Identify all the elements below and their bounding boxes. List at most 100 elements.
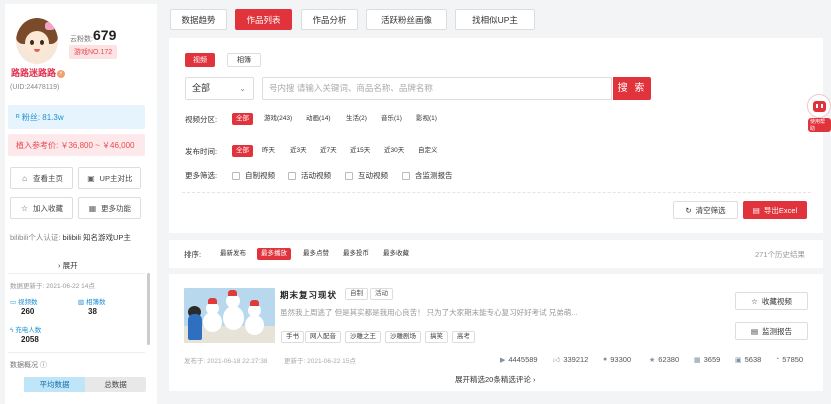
total-data-toggle[interactable]: 总数据 <box>85 377 146 392</box>
grid-icon: ▦ <box>88 203 97 213</box>
star-icon: ☆ <box>20 203 29 213</box>
time-7days[interactable]: 近7天 <box>320 145 337 157</box>
star-icon: ★ <box>649 356 656 364</box>
time-15days[interactable]: 近15天 <box>350 145 370 157</box>
video-title[interactable]: 期末复习现状 <box>280 289 337 301</box>
monitor-report-button[interactable]: ▤ 监测报告 <box>735 322 808 340</box>
tab-data-trend[interactable]: 数据趋势 <box>170 9 227 30</box>
tab-works-list[interactable]: 作品列表 <box>235 9 292 30</box>
assistant-robot-icon[interactable] <box>807 94 831 118</box>
type-tab-album[interactable]: 相簿 <box>227 53 261 67</box>
expand-comments-link[interactable]: 展开精选20条精选评论 › <box>455 374 535 385</box>
time-yesterday[interactable]: 昨天 <box>262 145 275 157</box>
danmaku-stat: ▦ 3659 <box>694 355 721 364</box>
uid: (UID:24478119) <box>10 84 60 91</box>
checkbox-original[interactable]: 自制视频 <box>232 170 275 181</box>
topic-tag[interactable]: 搞笑 <box>425 331 448 343</box>
sort-most-plays[interactable]: 最多播放 <box>257 248 291 260</box>
clear-filter-button[interactable]: ↻ 清空筛选 <box>673 201 738 219</box>
avg-data-toggle[interactable]: 平均数据 <box>24 377 85 392</box>
data-overview-label: 数据概况 ⓘ <box>10 362 47 369</box>
compare-icon: ▣ <box>87 173 95 183</box>
tag-original: 自制 <box>345 288 368 300</box>
time-30days[interactable]: 近30天 <box>384 145 404 157</box>
view-home-button[interactable]: ⌂ 查看主页 <box>10 167 73 189</box>
partition-life[interactable]: 生活(2) <box>346 113 367 125</box>
more-functions-button[interactable]: ▦ 更多功能 <box>78 197 141 219</box>
collect-video-button[interactable]: ☆ 收藏视频 <box>735 292 808 310</box>
chevron-right-icon: › <box>58 261 61 270</box>
coins-stat: ● 93300 <box>603 355 632 364</box>
topic-tag[interactable]: 网人配音 <box>305 331 341 343</box>
partition-label: 视频分区: <box>185 115 218 124</box>
tab-works-analysis[interactable]: 作品分析 <box>301 9 358 30</box>
topic-tag[interactable]: 沙雕之王 <box>345 331 381 343</box>
video-count-label: ▭ 视频数 <box>10 299 38 306</box>
scope-select[interactable]: 全部 ⌄ <box>185 77 254 100</box>
partition-music[interactable]: 音乐(1) <box>381 113 402 125</box>
topic-tag[interactable]: 沙雕剧场 <box>385 331 421 343</box>
time-label: 发布时间: <box>185 147 218 156</box>
charge-count: 2058 <box>21 335 39 344</box>
export-excel-button[interactable]: ▤ 导出Excel <box>743 201 807 219</box>
sort-newest[interactable]: 最新发布 <box>220 248 246 260</box>
divider <box>8 352 145 353</box>
add-favorite-button[interactable]: ☆ 加入收藏 <box>10 197 73 219</box>
video-description: 虽然我上周逃了 但是其实都是我用心良苦！ 只为了大家期末能专心复习好好考试 兄弟… <box>280 308 578 317</box>
checkbox-interactive[interactable]: 互动视频 <box>345 170 388 181</box>
chevron-down-icon: ⌄ <box>239 84 246 93</box>
video-thumbnail[interactable] <box>184 288 275 343</box>
checkbox-report[interactable]: 含监测报告 <box>402 170 453 181</box>
report-icon: ▤ <box>750 326 759 336</box>
plays-stat: ▶ 4445589 <box>500 355 538 364</box>
charge-label: ϟ 充电人数 <box>10 327 42 334</box>
divider <box>182 192 811 193</box>
home-icon: ⌂ <box>22 173 27 183</box>
stats-updated: 数据更新于: 2021-06-22 14点 <box>10 283 95 290</box>
topic-tag[interactable]: 高考 <box>452 331 475 343</box>
tab-fan-profile[interactable]: 活跃粉丝画像 <box>366 9 447 30</box>
sort-most-coins[interactable]: 最多投币 <box>343 248 369 260</box>
refresh-icon: ↻ <box>685 205 692 215</box>
fans-count: 679 <box>93 27 117 43</box>
time-custom[interactable]: 自定义 <box>418 145 438 157</box>
comment-icon: ◔ <box>775 356 780 363</box>
divider <box>8 273 145 274</box>
tab-similar-up[interactable]: 找相似UP主 <box>455 9 535 30</box>
partition-all[interactable]: 全部 <box>232 113 253 125</box>
search-button[interactable]: 搜 索 <box>613 77 651 100</box>
share-icon: ▣ <box>735 356 742 364</box>
topic-tag[interactable]: 手书 <box>281 331 304 343</box>
album-count-label: ▧ 相簿数 <box>78 299 106 306</box>
shares-stat: ▣ 5638 <box>735 355 762 364</box>
danmaku-icon: ▦ <box>694 356 701 364</box>
comments-stat: ◔ 57850 <box>775 355 804 364</box>
time-3days[interactable]: 近3天 <box>290 145 307 157</box>
fans-box: ᴿ 粉丝: 81.3w <box>8 105 145 129</box>
search-input[interactable]: 号内搜 请输入关键词、商品名称、品牌名称 <box>262 77 612 100</box>
more-filter-label: 更多筛选: <box>185 171 218 180</box>
scrollbar[interactable] <box>147 273 150 345</box>
partition-anime[interactable]: 动画(14) <box>306 113 331 125</box>
excel-icon: ▤ <box>752 205 760 215</box>
tag-activity: 活动 <box>370 288 393 300</box>
favs-stat: ★ 62380 <box>649 355 680 364</box>
expand-button[interactable]: › 展开 <box>58 260 78 271</box>
partition-game[interactable]: 游戏(243) <box>264 113 292 125</box>
time-all[interactable]: 全部 <box>232 145 253 157</box>
up-compare-button[interactable]: ▣ UP主对比 <box>78 167 141 189</box>
sort-most-likes[interactable]: 最多点赞 <box>303 248 329 260</box>
type-tab-video[interactable]: 视频 <box>185 53 215 67</box>
like-icon: 👍︎ <box>553 357 561 364</box>
price-text: 植入参考价: ￥36,800 ~ ￥46,000 <box>16 141 135 150</box>
username: 路路迷路路 ⚡ <box>11 68 66 78</box>
likes-stat: 👍︎ 339212 <box>553 355 589 364</box>
fans-text: 粉丝: 81.3w <box>21 113 64 122</box>
chevron-right-icon: › <box>532 375 536 384</box>
partition-film[interactable]: 影视(1) <box>416 113 437 125</box>
checkbox-activity[interactable]: 活动视频 <box>288 170 331 181</box>
sort-most-favs[interactable]: 最多收藏 <box>383 248 409 260</box>
avatar[interactable] <box>16 18 58 64</box>
assistant-label[interactable]: 使用帮助 <box>808 118 831 132</box>
history-count: 271个历史结果 <box>755 250 806 259</box>
